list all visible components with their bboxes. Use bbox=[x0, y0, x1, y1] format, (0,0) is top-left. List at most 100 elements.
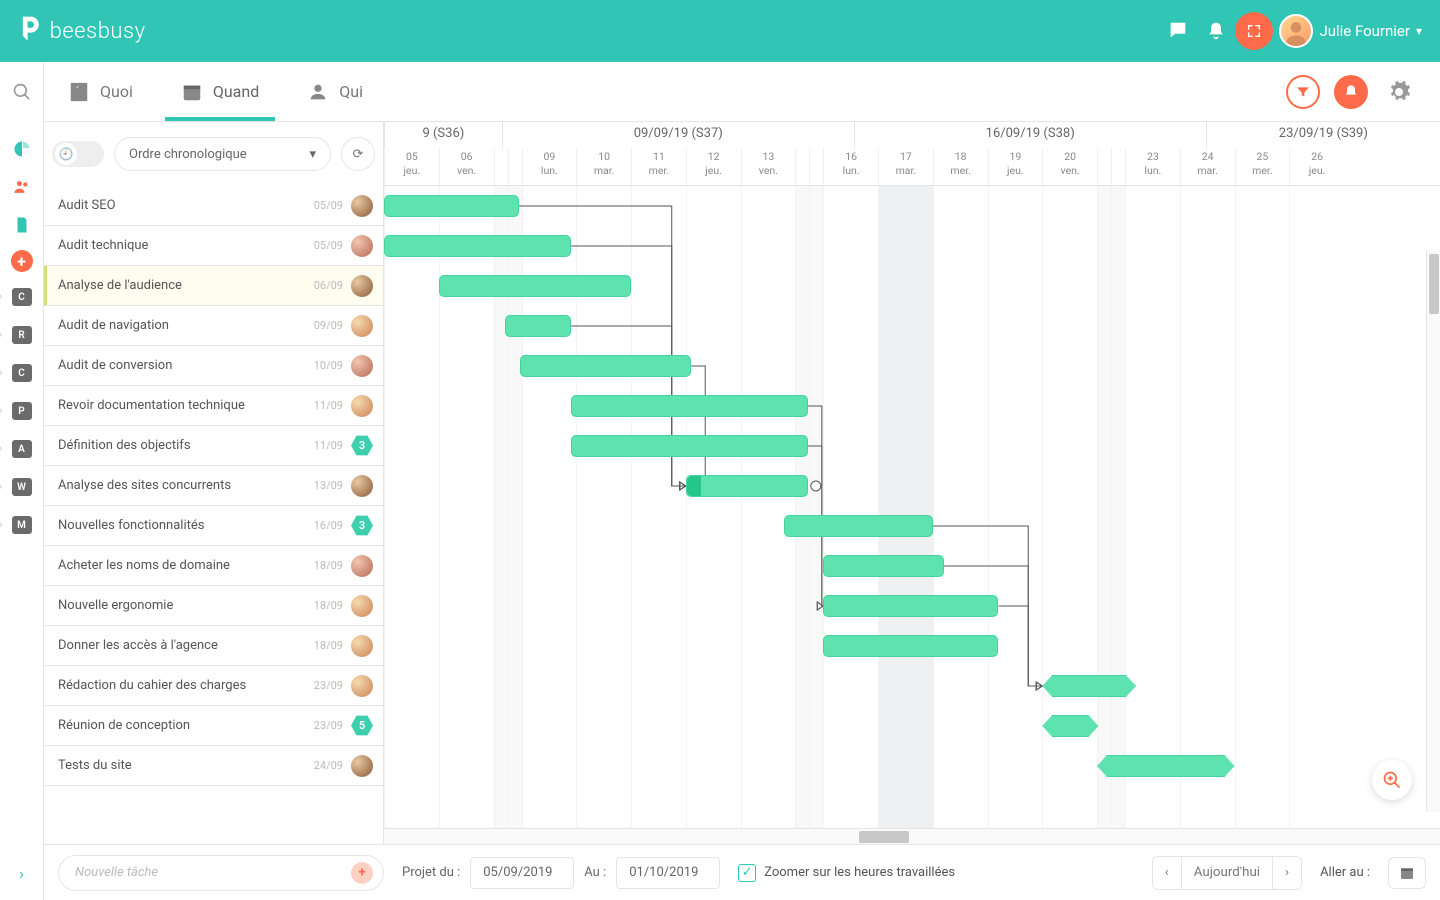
task-row[interactable]: Donner les accès à l'agence18/09 bbox=[44, 626, 383, 666]
task-date: 06/09 bbox=[314, 279, 343, 292]
gantt-hscroll[interactable] bbox=[384, 828, 1440, 844]
task-row[interactable]: Audit de conversion 10/09 bbox=[44, 346, 383, 386]
brand-logo[interactable]: beesbusy bbox=[18, 15, 146, 47]
task-name: Audit de navigation bbox=[58, 318, 306, 333]
help-chat-icon[interactable] bbox=[1159, 12, 1197, 50]
tab-qui[interactable]: Qui bbox=[283, 62, 387, 121]
task-name: Audit de conversion bbox=[58, 358, 306, 373]
gantt-bar[interactable] bbox=[571, 435, 808, 457]
task-row[interactable]: Réunion de conception23/095 bbox=[44, 706, 383, 746]
gantt-bar[interactable] bbox=[1042, 715, 1098, 737]
task-date: 05/09 bbox=[314, 199, 343, 212]
task-row[interactable]: Analyse de l'audience06/09 bbox=[44, 266, 383, 306]
task-row[interactable]: Analyse des sites concurrents13/09 bbox=[44, 466, 383, 506]
gantt-bar[interactable] bbox=[505, 315, 571, 337]
rail-expand-button[interactable]: › bbox=[9, 860, 35, 886]
task-name: Audit SEO bbox=[58, 198, 306, 213]
goto-date-button[interactable] bbox=[1388, 857, 1426, 889]
day-header: 18mer. bbox=[933, 148, 988, 185]
gantt-vscroll[interactable] bbox=[1426, 250, 1440, 812]
search-button[interactable] bbox=[0, 62, 44, 122]
gantt-bar[interactable] bbox=[571, 395, 808, 417]
gantt-bar[interactable] bbox=[439, 275, 631, 297]
gantt-bar[interactable] bbox=[686, 475, 808, 497]
task-name: Nouvelle ergonomie bbox=[58, 598, 306, 613]
assignee-avatar bbox=[351, 195, 373, 217]
task-row[interactable]: Audit de navigation 09/09 bbox=[44, 306, 383, 346]
assignee-avatar bbox=[351, 275, 373, 297]
refresh-button[interactable]: ⟳ bbox=[341, 137, 375, 171]
gantt-bar[interactable] bbox=[1097, 755, 1235, 777]
rail-project-W[interactable]: ›W bbox=[9, 474, 35, 500]
task-row[interactable]: Rédaction du cahier des charges23/09 bbox=[44, 666, 383, 706]
rail-add-button[interactable]: + bbox=[11, 250, 33, 272]
gantt-bar[interactable] bbox=[384, 235, 571, 257]
gantt-bar[interactable] bbox=[823, 595, 998, 617]
gantt-bar[interactable] bbox=[823, 635, 998, 657]
gantt-bar[interactable] bbox=[784, 515, 932, 537]
notifications-button[interactable] bbox=[1334, 75, 1368, 109]
tab-quand[interactable]: Quand bbox=[157, 62, 283, 121]
sort-dropdown[interactable]: Ordre chronologique ▾ bbox=[114, 137, 331, 171]
task-row[interactable]: Revoir documentation technique11/09 bbox=[44, 386, 383, 426]
rail-project-P[interactable]: ›P bbox=[9, 398, 35, 424]
new-task-add-icon[interactable]: + bbox=[351, 862, 373, 884]
task-row[interactable]: Définition des objectifs11/093 bbox=[44, 426, 383, 466]
zoom-button[interactable] bbox=[1372, 760, 1412, 800]
brand-name: beesbusy bbox=[50, 19, 146, 44]
task-date: 11/09 bbox=[314, 439, 343, 452]
rail-project-M[interactable]: ›M bbox=[9, 512, 35, 538]
gantt-bar[interactable] bbox=[823, 555, 943, 577]
user-menu-chevron-icon[interactable]: ▾ bbox=[1416, 24, 1422, 38]
gantt-body[interactable] bbox=[384, 186, 1440, 828]
gantt-days-header: 05jeu.06ven.09lun.10mar.11mer.12jeu.13ve… bbox=[384, 148, 1440, 185]
chevron-down-icon: ▾ bbox=[309, 147, 316, 162]
footer-bar: Nouvelle tâche + Projet du : 05/09/2019 … bbox=[44, 844, 1440, 900]
task-row[interactable]: Nouvelle ergonomie18/09 bbox=[44, 586, 383, 626]
rail-project-A[interactable]: ›A bbox=[9, 436, 35, 462]
task-row[interactable]: Audit SEO 05/09 bbox=[44, 186, 383, 226]
zoom-hours-checkbox[interactable]: ✓ bbox=[738, 864, 756, 882]
tab-qui-label: Qui bbox=[339, 82, 363, 101]
rail-project-R[interactable]: ›R bbox=[9, 322, 35, 348]
day-header: 23lun. bbox=[1125, 148, 1180, 185]
assignee-count-badge: 3 bbox=[351, 435, 373, 457]
rail-project-C[interactable]: ›C bbox=[9, 360, 35, 386]
rail-dashboard-icon[interactable] bbox=[9, 136, 35, 162]
task-date: 16/09 bbox=[314, 519, 343, 532]
gantt-bar[interactable] bbox=[384, 195, 519, 217]
rail-doc-icon[interactable] bbox=[9, 212, 35, 238]
project-end-date[interactable]: 01/10/2019 bbox=[616, 857, 720, 889]
rail-project-C[interactable]: ›C bbox=[9, 284, 35, 310]
project-start-date[interactable]: 05/09/2019 bbox=[470, 857, 574, 889]
tab-quoi[interactable]: Quoi bbox=[44, 62, 157, 121]
task-name: Rédaction du cahier des charges bbox=[58, 678, 306, 693]
task-row[interactable]: Audit technique05/09 bbox=[44, 226, 383, 266]
logo-icon bbox=[18, 15, 44, 47]
task-date: 09/09 bbox=[314, 319, 343, 332]
new-task-input[interactable]: Nouvelle tâche + bbox=[58, 855, 384, 891]
fullscreen-button[interactable] bbox=[1235, 12, 1273, 50]
task-date: 10/09 bbox=[314, 359, 343, 372]
user-name[interactable]: Julie Fournier bbox=[1319, 22, 1410, 40]
gantt-bar[interactable] bbox=[1042, 675, 1136, 697]
task-row[interactable]: Nouvelles fonctionnalités16/093 bbox=[44, 506, 383, 546]
task-name: Analyse des sites concurrents bbox=[58, 478, 306, 493]
settings-button[interactable] bbox=[1382, 75, 1416, 109]
date-today-button[interactable]: Aujourd'hui bbox=[1181, 857, 1272, 889]
date-next-button[interactable]: › bbox=[1272, 857, 1301, 889]
filter-button[interactable] bbox=[1286, 75, 1320, 109]
date-prev-button[interactable]: ‹ bbox=[1153, 857, 1181, 889]
assignee-avatar bbox=[351, 355, 373, 377]
bell-icon[interactable] bbox=[1197, 12, 1235, 50]
time-toggle[interactable] bbox=[52, 141, 104, 167]
user-avatar[interactable] bbox=[1279, 14, 1313, 48]
task-row[interactable]: Acheter les noms de domaine18/09 bbox=[44, 546, 383, 586]
task-row[interactable]: Tests du site24/09 bbox=[44, 746, 383, 786]
task-list[interactable]: Audit SEO05/09Audit technique05/09Analys… bbox=[44, 186, 383, 844]
task-name: Nouvelles fonctionnalités bbox=[58, 518, 306, 533]
assignee-avatar bbox=[351, 635, 373, 657]
day-header: 10mar. bbox=[576, 148, 631, 185]
gantt-bar[interactable] bbox=[520, 355, 691, 377]
rail-team-icon[interactable] bbox=[9, 174, 35, 200]
